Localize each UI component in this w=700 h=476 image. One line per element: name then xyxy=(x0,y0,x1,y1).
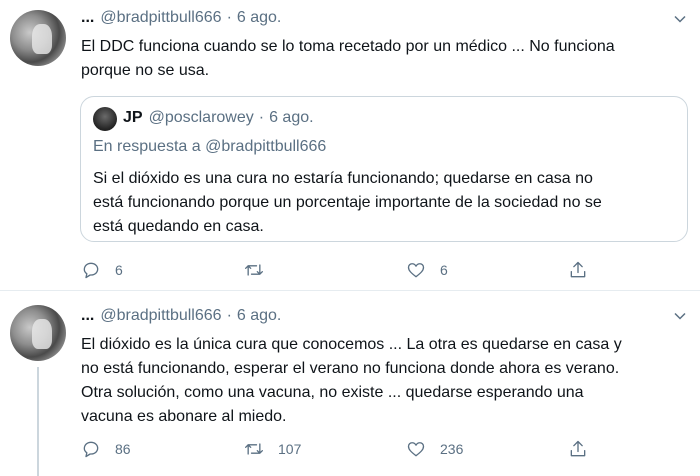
quoted-text-line: Si el dióxido es una cura no estaría fun… xyxy=(93,170,593,187)
tweet-text-line: vacuna es abonare al miedo. xyxy=(81,408,287,425)
like-count: 236 xyxy=(440,441,464,457)
avatar xyxy=(93,107,117,131)
tweet-actions: 86 107 236 xyxy=(81,437,601,461)
avatar[interactable] xyxy=(10,305,66,361)
retweet-icon xyxy=(245,443,263,455)
quoted-tweet[interactable]: JP @posclarowey · 6 ago. En respuesta a @br… xyxy=(80,96,688,242)
avatar[interactable] xyxy=(10,10,66,66)
tweet-text-line: El dióxido es la única cura que conocemo… xyxy=(81,336,622,353)
tweet-text: El dióxido es la única cura que conocemo… xyxy=(81,333,691,429)
quoted-author-handle: @posclarowey xyxy=(148,109,254,126)
tweet-date[interactable]: 6 ago. xyxy=(237,9,281,26)
quoted-text-line: está funcionando porque un porcentaje im… xyxy=(93,194,602,211)
share-icon xyxy=(570,440,586,457)
heart-icon xyxy=(407,442,425,457)
reply-handle[interactable]: @bradpittbull666 xyxy=(205,138,326,155)
like-button[interactable]: 236 xyxy=(406,437,463,461)
tweet[interactable]: ... @bradpittbull666 · 6 ago. El DDC funcio… xyxy=(0,0,700,291)
quoted-tweet-text: Si el dióxido es una cura no estaría fun… xyxy=(93,167,678,239)
tweet-actions: 6 6 xyxy=(81,258,601,282)
retweet-count: 107 xyxy=(278,441,302,457)
reply-count: 86 xyxy=(115,441,131,457)
heart-icon xyxy=(407,263,425,278)
retweet-icon xyxy=(245,264,263,276)
share-icon xyxy=(570,261,586,278)
retweet-button[interactable] xyxy=(244,258,278,282)
reply-prefix: En respuesta a xyxy=(93,138,201,155)
like-button[interactable]: 6 xyxy=(406,258,448,282)
author-handle[interactable]: @bradpittbull666 xyxy=(100,9,221,26)
thread-line xyxy=(37,367,39,476)
tweet-header: ... @bradpittbull666 · 6 ago. xyxy=(81,307,282,324)
tweet-date[interactable]: 6 ago. xyxy=(237,307,281,324)
reply-button[interactable]: 6 xyxy=(81,258,123,282)
retweet-button[interactable]: 107 xyxy=(244,437,301,461)
tweet-text-line: porque no se usa. xyxy=(81,62,210,79)
share-button[interactable] xyxy=(568,258,588,282)
reply-context: En respuesta a @bradpittbull666 xyxy=(93,138,326,156)
chevron-down-icon[interactable] xyxy=(673,12,687,26)
tweet[interactable]: ... @bradpittbull666 · 6 ago. El dióxido es… xyxy=(0,291,700,476)
quoted-text-line: está quedando en casa. xyxy=(93,218,264,235)
author-name[interactable]: ... xyxy=(81,307,94,324)
author-name[interactable]: ... xyxy=(81,9,94,26)
reply-icon xyxy=(83,441,99,458)
tweet-text-line: no está funcionando, esperar el verano n… xyxy=(81,360,620,377)
chevron-down-icon[interactable] xyxy=(673,309,687,323)
quoted-tweet-header: JP @posclarowey · 6 ago. xyxy=(123,109,314,126)
tweet-text-line: El DDC funciona cuando se lo toma receta… xyxy=(81,38,615,55)
tweet-header: ... @bradpittbull666 · 6 ago. xyxy=(81,9,282,26)
reply-icon xyxy=(83,262,99,279)
quoted-tweet-date: 6 ago. xyxy=(269,109,314,126)
author-handle[interactable]: @bradpittbull666 xyxy=(100,307,221,324)
tweet-text-line: Otra solución, como una vacuna, no exist… xyxy=(81,384,584,401)
share-button[interactable] xyxy=(568,437,588,461)
reply-button[interactable]: 86 xyxy=(81,437,131,461)
tweet-text: El DDC funciona cuando se lo toma receta… xyxy=(81,35,691,83)
like-count: 6 xyxy=(440,262,448,278)
quoted-author-name: JP xyxy=(123,109,143,126)
reply-count: 6 xyxy=(115,262,123,278)
